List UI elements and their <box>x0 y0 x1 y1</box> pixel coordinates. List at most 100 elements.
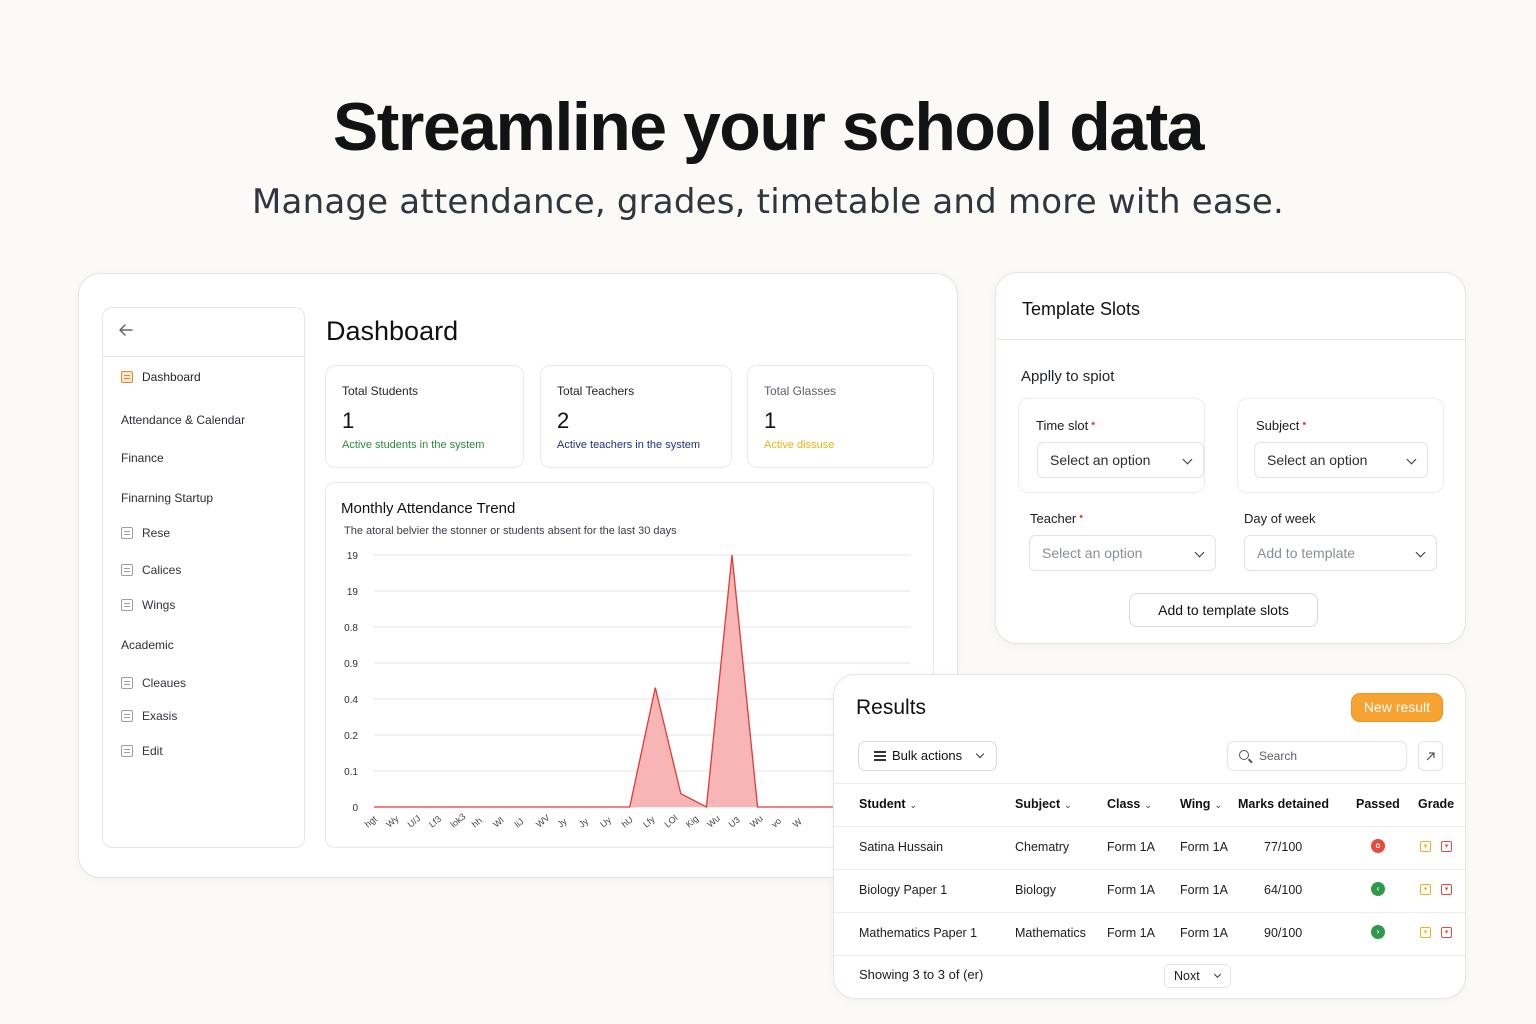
sidebar-item-label: Rese <box>142 526 171 540</box>
x-tick-label: Wl <box>491 815 505 829</box>
x-tick-label: Wu <box>748 813 765 829</box>
sidebar-item-rese[interactable]: Rese <box>121 526 170 540</box>
x-tick-label: Wu <box>705 813 722 829</box>
row-divider <box>834 912 1465 913</box>
y-tick-label: 0.2 <box>344 731 358 742</box>
stat-card-teachers: Total Teachers 2 Active teachers in the … <box>540 365 732 468</box>
sidebar-item-attendance[interactable]: Attendance & Calendar <box>121 413 245 427</box>
chevron-down-icon <box>1415 547 1426 558</box>
chart-title: Monthly Attendance Trend <box>341 500 516 517</box>
x-tick-label: lok3 <box>448 811 467 829</box>
sidebar-item-academic[interactable]: Academic <box>121 638 174 652</box>
subject-cell: Mathematics <box>1015 926 1086 940</box>
student-cell: Satina Hussain <box>859 840 944 854</box>
bulk-actions-button[interactable]: Bulk actions <box>858 741 997 771</box>
class-cell: Form 1A <box>1107 883 1155 897</box>
sidebar-item-label: Cleaues <box>142 676 187 690</box>
stat-label: Total Teachers <box>557 384 635 398</box>
column-header-passed[interactable]: Passed <box>1356 797 1400 811</box>
sidebar-item-finarning-startup[interactable]: Finarning Startup <box>121 491 213 505</box>
column-header-marks[interactable]: Marks detained <box>1238 797 1329 811</box>
next-page-button[interactable]: Noxt <box>1164 964 1231 988</box>
add-to-template-slots-button[interactable]: Add to template slots <box>1129 593 1318 627</box>
y-tick-label: 0.8 <box>344 623 358 634</box>
row-divider <box>834 869 1465 870</box>
template-slots-card: Template Slots Applly to spiot Time slot… <box>995 272 1466 644</box>
stat-note: Active students in the system <box>342 439 485 451</box>
x-tick-label: LOl <box>662 813 679 830</box>
column-header-wing[interactable]: Wing ⌄ <box>1180 797 1222 811</box>
stat-label: Total Students <box>342 384 419 398</box>
stat-note: Active teachers in the system <box>557 439 701 451</box>
sidebar-item-exasis[interactable]: Exasis <box>121 709 177 723</box>
subject-group: Subject • Select an option <box>1237 398 1444 493</box>
failed-status-icon: o <box>1371 839 1385 853</box>
x-tick-label: hh <box>470 815 484 829</box>
subject-label: Subject • <box>1256 418 1307 433</box>
grade-edit-icon[interactable]: ▾ <box>1420 841 1431 852</box>
teacher-select[interactable]: Select an option <box>1029 535 1216 571</box>
sidebar-divider <box>103 356 304 357</box>
back-arrow-icon[interactable] <box>117 321 135 339</box>
column-header-grade[interactable]: Grade <box>1418 797 1454 811</box>
sidebar-item-wings[interactable]: Wings <box>121 598 175 612</box>
x-tick-label: Jy <box>555 816 569 830</box>
stat-card-students: Total Students 1 Active students in the … <box>325 365 524 468</box>
x-tick-label: Lf3 <box>427 814 443 830</box>
sidebar-item-edit[interactable]: Edit <box>121 744 163 758</box>
template-slots-divider <box>996 339 1465 340</box>
day-of-week-select[interactable]: Add to template <box>1244 535 1437 571</box>
grade-edit-icon[interactable]: ▾ <box>1420 884 1431 895</box>
passed-status-icon: › <box>1371 925 1385 939</box>
chevron-down-icon <box>1182 454 1193 465</box>
dashboard-card: Dashboard Attendance & Calendar Finance … <box>78 273 958 878</box>
column-header-class[interactable]: Class ⌄ <box>1107 797 1152 811</box>
sidebar-item-label: Wings <box>142 598 176 612</box>
y-tick-label: 0.1 <box>344 767 358 778</box>
time-slot-group: Time slot • Select an option <box>1018 398 1205 493</box>
stat-value: 2 <box>557 408 570 433</box>
stat-note: Active dissuse <box>764 439 835 451</box>
sidebar-item-calices[interactable]: Calices <box>121 563 181 577</box>
x-tick-label: W <box>791 816 804 829</box>
new-result-button[interactable]: New result <box>1351 693 1443 722</box>
pagination-summary: Showing 3 to 3 of (er) <box>859 967 984 982</box>
edit-icon <box>121 745 133 757</box>
grade-edit-icon[interactable]: ▾ <box>1420 927 1431 938</box>
clipboard-icon <box>121 710 133 722</box>
sidebar-item-cleaues[interactable]: Cleaues <box>121 676 186 690</box>
sidebar-item-finance[interactable]: Finance <box>121 451 164 465</box>
x-tick-label: Kig <box>684 814 700 830</box>
y-tick-label: 0.4 <box>344 695 358 706</box>
x-tick-label: WV <box>534 813 552 830</box>
passed-status-icon: ‹ <box>1371 882 1385 896</box>
subject-select[interactable]: Select an option <box>1254 442 1428 478</box>
x-tick-label: Lfy <box>641 814 657 830</box>
chevron-down-icon <box>1213 970 1222 979</box>
sidebar-item-label: Calices <box>142 563 182 577</box>
search-icon <box>1239 750 1249 760</box>
x-tick-label: Uy <box>598 814 613 829</box>
sidebar-item-dashboard[interactable]: Dashboard <box>121 370 201 384</box>
grade-delete-icon[interactable]: ▾ <box>1441 841 1452 852</box>
column-header-student[interactable]: Student ⌄ <box>859 797 917 811</box>
search-input[interactable]: Search <box>1227 741 1407 771</box>
dashboard-icon <box>121 371 133 383</box>
hero-subtitle: Manage attendance, grades, timetable and… <box>252 182 1284 222</box>
page-title: Dashboard <box>326 316 459 346</box>
stat-label: Total Glasses <box>764 384 837 398</box>
class-cell: Form 1A <box>1107 840 1155 854</box>
grade-delete-icon[interactable]: ▾ <box>1441 884 1452 895</box>
hero-title: Streamline your school data <box>332 89 1205 165</box>
marks-cell: 77/100 <box>1264 840 1303 854</box>
series-area <box>374 555 911 807</box>
results-card: Results New result Bulk actions Search S… <box>833 674 1466 999</box>
stat-value: 1 <box>342 408 355 433</box>
time-slot-select[interactable]: Select an option <box>1037 442 1204 478</box>
chart-description: The atoral belvier the stonner or studen… <box>344 525 677 537</box>
grade-delete-icon[interactable]: ▾ <box>1441 927 1452 938</box>
export-icon[interactable] <box>1418 741 1443 771</box>
sidebar: Dashboard Attendance & Calendar Finance … <box>102 307 305 848</box>
column-header-subject[interactable]: Subject ⌄ <box>1015 797 1072 811</box>
wing-cell: Form 1A <box>1180 926 1228 940</box>
